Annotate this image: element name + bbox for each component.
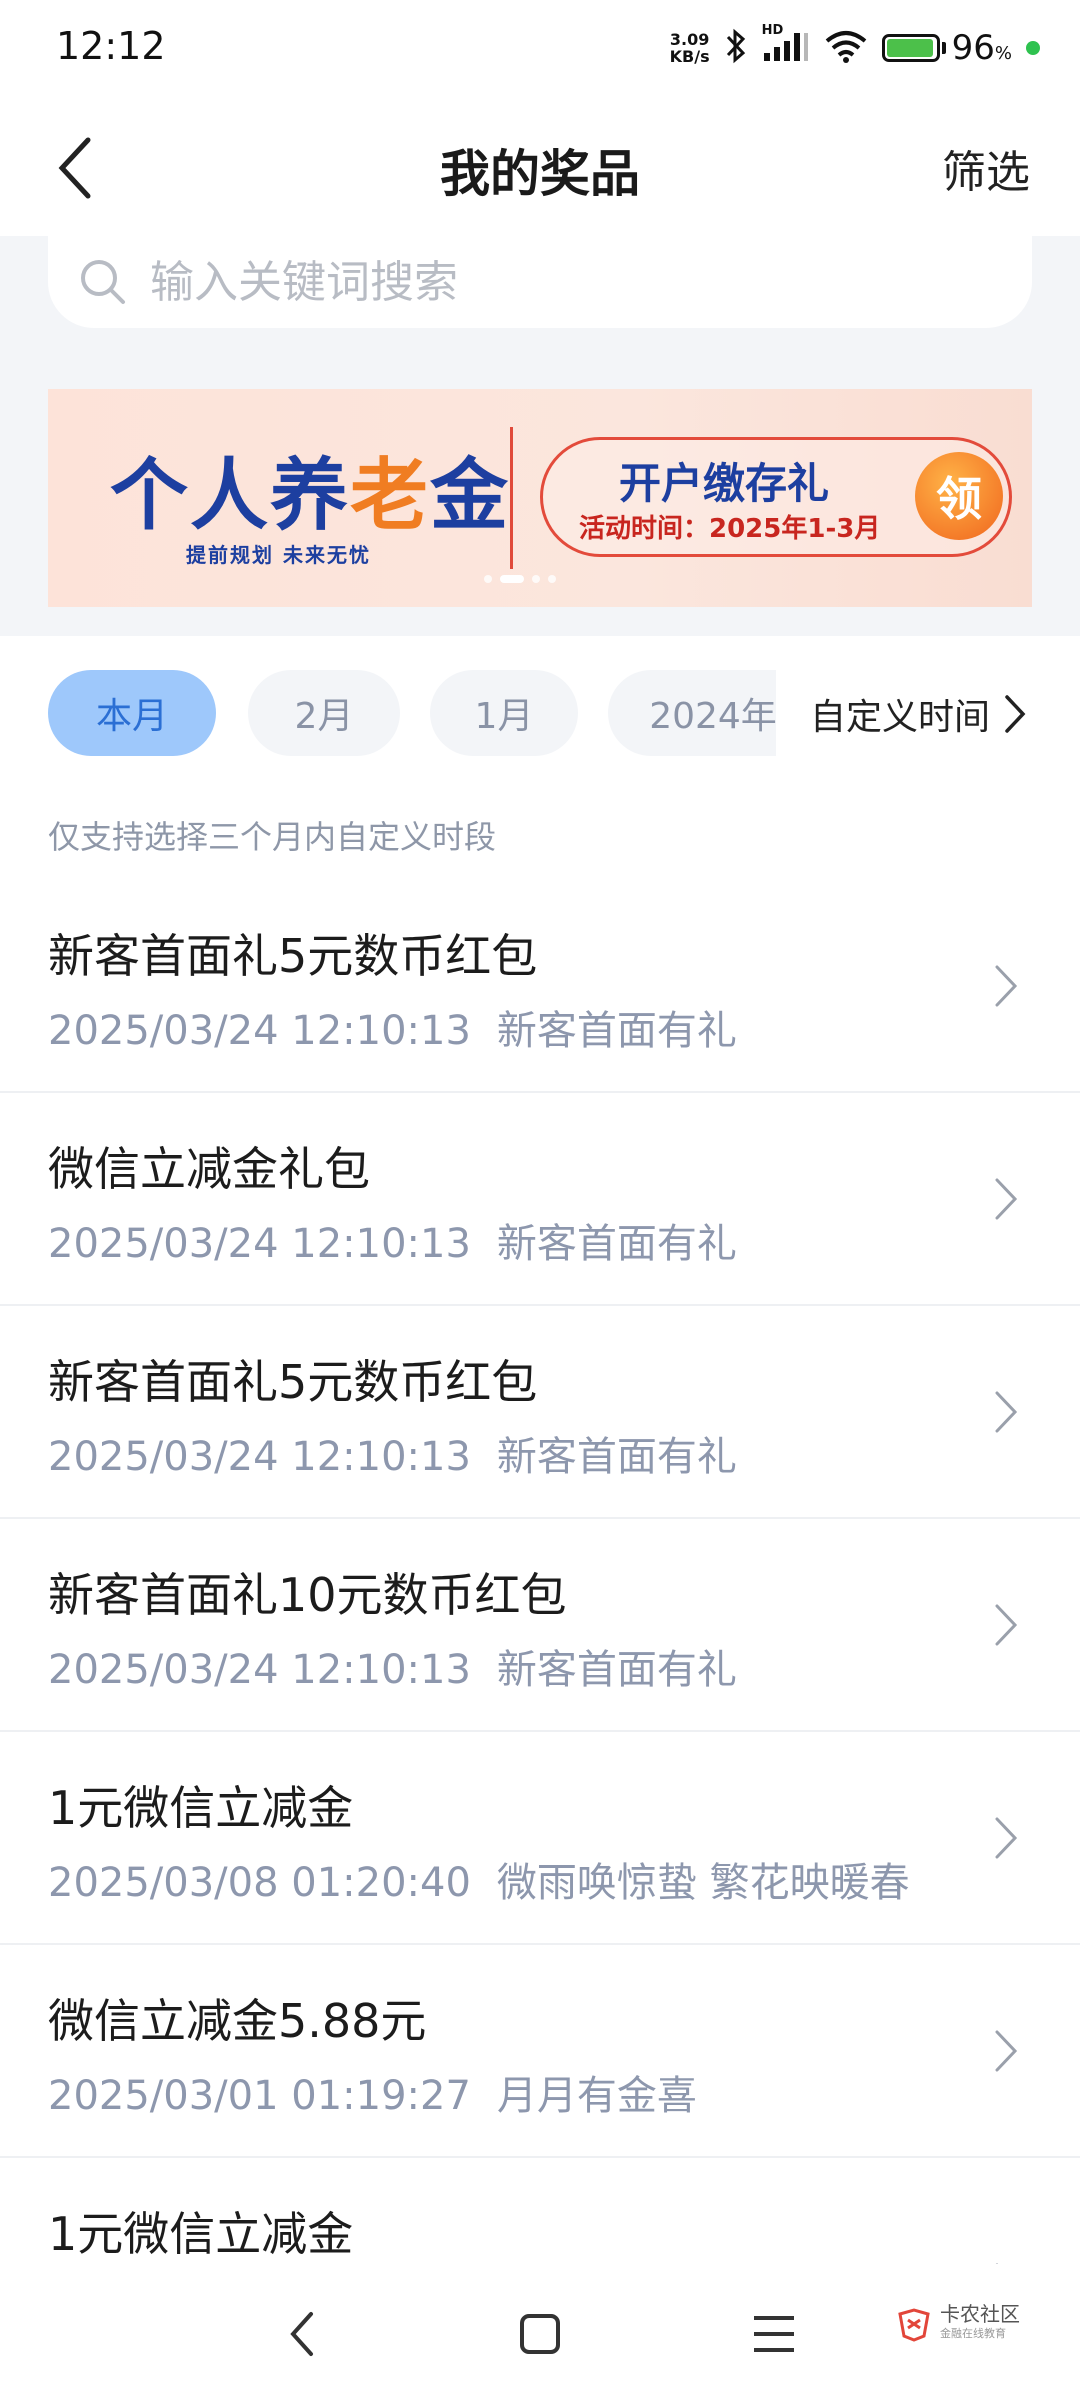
status-time: 12:12 [56, 24, 166, 68]
prize-title: 新客首面礼5元数币红包 [48, 1355, 538, 1409]
prize-source: 新客首面有礼 [496, 1221, 737, 1267]
banner-dot [532, 575, 540, 583]
prize-meta: 2025/03/24 12:10:13 新客首面有礼 [48, 1637, 737, 1695]
top-section: 个人养老金 提前规划 未来无忧 开户缴存礼 活动时间：2025年1-3月 领 [0, 236, 1080, 636]
banner-claim-badge[interactable]: 领 [915, 452, 1003, 540]
banner-dot-active [500, 575, 524, 583]
chevron-right-icon [995, 1817, 1018, 1859]
battery-icon [881, 34, 940, 62]
prize-item[interactable]: 1元微信立减金 2025/03/08 01:20:40 微雨唤惊蛰 繁花映暖春 [0, 1732, 1080, 1945]
banner-logo: 个人养老金 [110, 451, 511, 541]
chevron-right-icon [995, 1391, 1018, 1433]
prize-time: 2025/03/08 01:20:40 [48, 1860, 471, 1906]
prize-list: 新客首面礼5元数币红包 2025/03/24 12:10:13 新客首面有礼 微信… [0, 880, 1080, 2369]
banner-pill-subtitle: 活动时间：2025年1-3月 [579, 514, 881, 544]
banner-promo-pill[interactable]: 开户缴存礼 活动时间：2025年1-3月 领 [540, 437, 1012, 557]
prize-source: 新客首面有礼 [496, 1008, 737, 1054]
watermark-logo-icon [898, 2308, 930, 2342]
custom-time-label: 自定义时间 [809, 697, 990, 738]
prize-title: 1元微信立减金 [48, 1781, 354, 1835]
month-filter-chips: 本月 2月 1月 2024年 自定义时间 [0, 636, 1080, 786]
prize-meta: 2025/03/24 12:10:13 新客首面有礼 [48, 1211, 737, 1269]
prize-title: 新客首面礼5元数币红包 [48, 929, 538, 983]
battery-indicator: 96% [881, 28, 1012, 68]
prize-time: 2025/03/01 01:19:27 [48, 2073, 471, 2119]
prize-item[interactable]: 微信立减金5.88元 2025/03/01 01:19:27 月月有金喜 [0, 1945, 1080, 2158]
prize-source: 微雨唤惊蛰 繁花映暖春 [496, 1860, 910, 1906]
home-square-icon [520, 2314, 560, 2354]
back-arrow-icon [290, 2312, 313, 2356]
banner-pill-title: 开户缴存礼 [619, 459, 830, 508]
system-home-button[interactable] [500, 2294, 580, 2374]
search-icon [81, 260, 125, 304]
battery-percent: 96% [951, 28, 1012, 68]
network-speed-value: 3.09 [669, 30, 710, 49]
banner-dot [484, 575, 492, 583]
chip-2024[interactable]: 2024年 [608, 670, 776, 756]
prize-meta: 2025/03/08 01:20:40 微雨唤惊蛰 繁花映暖春 [48, 1850, 910, 1908]
prize-source: 新客首面有礼 [496, 1647, 737, 1693]
page-title: 我的奖品 [440, 145, 640, 203]
network-speed-unit: KB/s [669, 47, 710, 66]
prize-meta: 2025/03/24 12:10:13 新客首面有礼 [48, 998, 737, 1056]
chip-january[interactable]: 1月 [430, 670, 578, 756]
chevron-right-icon [995, 1604, 1018, 1646]
prize-title: 微信立减金5.88元 [48, 1994, 427, 2048]
banner-dot [548, 575, 556, 583]
prize-title: 微信立减金礼包 [48, 1142, 370, 1196]
promo-banner[interactable]: 个人养老金 提前规划 未来无忧 开户缴存礼 活动时间：2025年1-3月 领 [48, 389, 1032, 607]
prize-source: 新客首面有礼 [496, 1434, 737, 1480]
prize-item[interactable]: 新客首面礼10元数币红包 2025/03/24 12:10:13 新客首面有礼 [0, 1519, 1080, 1732]
prize-time: 2025/03/24 12:10:13 [48, 1434, 471, 1480]
prize-time: 2025/03/24 12:10:13 [48, 1647, 471, 1693]
chip-this-month[interactable]: 本月 [48, 670, 216, 756]
watermark: 卡农社区 金融在线教育 [896, 2304, 1020, 2344]
chip-february[interactable]: 2月 [248, 670, 400, 756]
status-bar: 12:12 3.09 KB/s HD 96% [0, 0, 1080, 100]
banner-slogan: 提前规划 未来无忧 [186, 543, 371, 567]
filter-button[interactable]: 筛选 [942, 136, 1030, 200]
privacy-indicator-dot [1026, 41, 1040, 55]
banner-divider [510, 427, 513, 569]
chevron-right-icon [995, 1178, 1018, 1220]
prize-meta: 2025/03/24 12:10:13 新客首面有礼 [48, 1424, 737, 1482]
nav-header: 我的奖品 筛选 [0, 100, 1080, 236]
prize-time: 2025/03/24 12:10:13 [48, 1008, 471, 1054]
prize-item[interactable]: 新客首面礼5元数币红包 2025/03/24 12:10:13 新客首面有礼 [0, 1306, 1080, 1519]
prize-item[interactable]: 微信立减金礼包 2025/03/24 12:10:13 新客首面有礼 [0, 1093, 1080, 1306]
prize-time: 2025/03/24 12:10:13 [48, 1221, 471, 1267]
custom-period-hint: 仅支持选择三个月内自定义时段 [48, 818, 497, 856]
bluetooth-icon [724, 28, 748, 68]
cellular-signal-icon: HD [762, 23, 810, 67]
search-input[interactable] [148, 255, 972, 309]
menu-lines-icon [754, 2316, 794, 2352]
prize-title: 新客首面礼10元数币红包 [48, 1568, 567, 1622]
chevron-right-icon [995, 2030, 1018, 2072]
prize-source: 月月有金喜 [496, 2073, 697, 2119]
system-back-button[interactable] [262, 2294, 342, 2374]
search-bar[interactable] [48, 236, 1032, 328]
chevron-right-icon [1005, 695, 1026, 733]
watermark-text: 卡农社区 金融在线教育 [940, 2302, 1020, 2340]
banner-pagination [484, 575, 556, 583]
prize-title: 1元微信立减金 [48, 2207, 354, 2261]
system-nav-bar: 卡农社区 金融在线教育 [0, 2264, 1080, 2400]
wifi-icon [824, 29, 868, 67]
chip-2024-container: 2024年 [608, 670, 776, 756]
prize-meta: 2025/03/01 01:19:27 月月有金喜 [48, 2063, 697, 2121]
signal-hd-label: HD [761, 23, 784, 38]
chevron-right-icon [995, 965, 1018, 1007]
network-speed: 3.09 KB/s [670, 31, 710, 65]
custom-time-button[interactable]: 自定义时间 [810, 688, 1026, 740]
status-icons: 3.09 KB/s HD 96% [670, 23, 1040, 68]
system-menu-button[interactable] [734, 2294, 814, 2374]
prize-item[interactable]: 新客首面礼5元数币红包 2025/03/24 12:10:13 新客首面有礼 [0, 880, 1080, 1093]
